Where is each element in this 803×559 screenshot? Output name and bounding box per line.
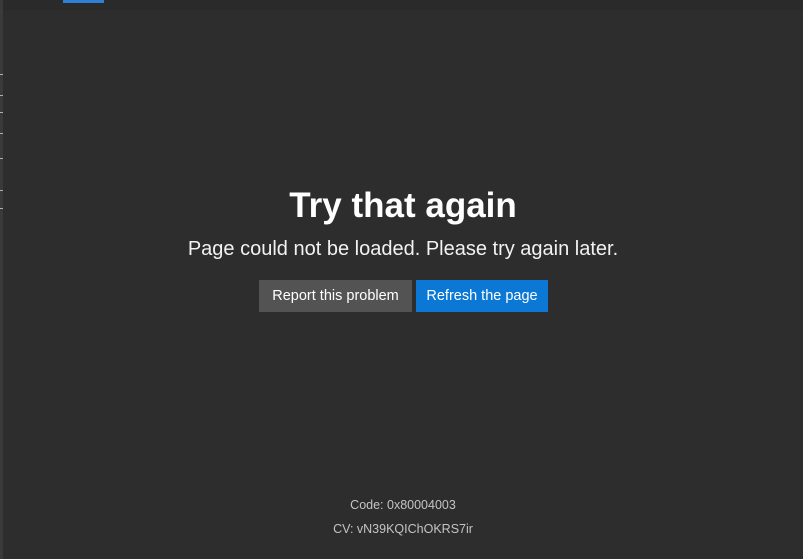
error-message: Page could not be loaded. Please try aga… <box>187 238 619 260</box>
error-title: Try that again <box>289 186 517 225</box>
screen: Try that again Page could not be loaded.… <box>0 0 803 559</box>
error-code: Code: 0x80004003 <box>350 498 456 512</box>
error-actions: Report this problem Refresh the page <box>259 280 548 312</box>
refresh-page-button[interactable]: Refresh the page <box>416 280 548 312</box>
top-bar <box>3 0 803 10</box>
correlation-vector: CV: vN39KQIChOKRS7ir <box>333 522 473 536</box>
store-window: Try that again Page could not be loaded.… <box>3 0 803 559</box>
active-tab-indicator[interactable] <box>63 0 104 3</box>
report-problem-button[interactable]: Report this problem <box>259 280 412 312</box>
